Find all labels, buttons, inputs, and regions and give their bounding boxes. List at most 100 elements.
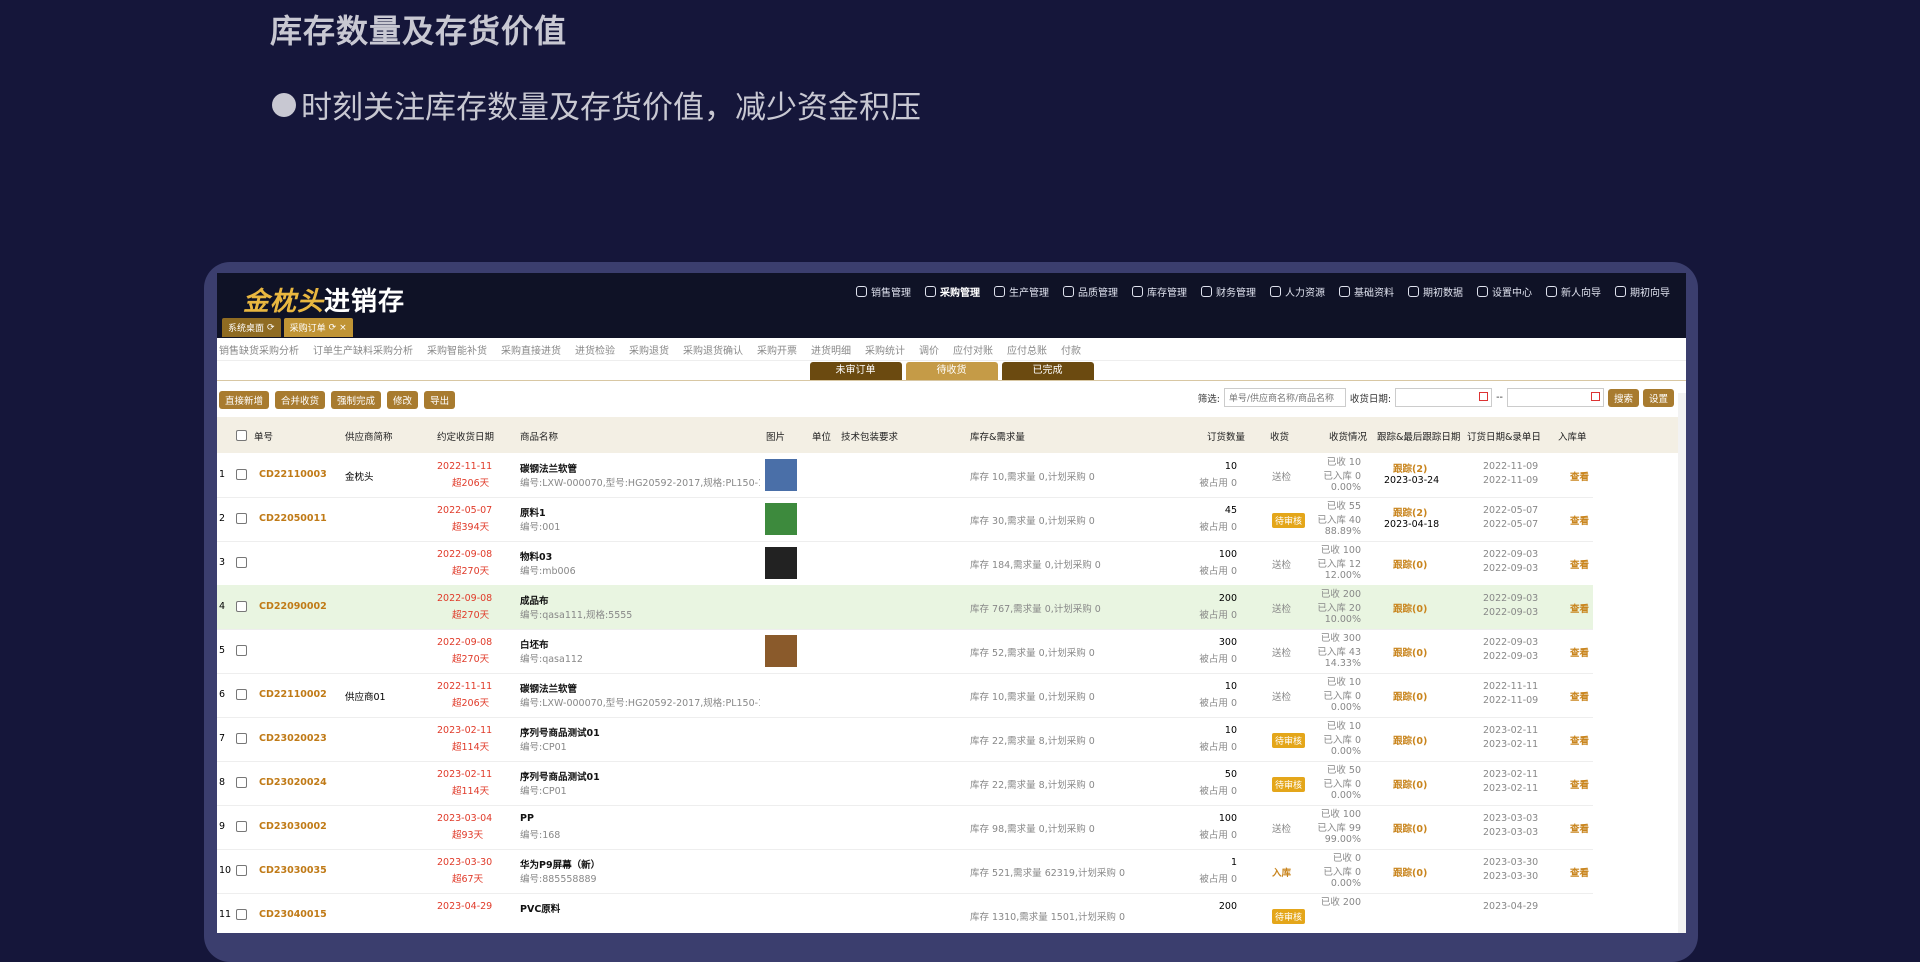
subnav-link[interactable]: 应付对账 xyxy=(953,342,993,357)
subnav-link[interactable]: 进货明细 xyxy=(811,342,851,357)
tracking-link[interactable]: 跟踪(0) xyxy=(1393,865,1427,879)
export-button[interactable]: 导出 xyxy=(424,391,456,409)
receive-action[interactable]: 送检 xyxy=(1272,557,1291,571)
tracking-link[interactable]: 跟踪(0) xyxy=(1393,821,1427,835)
row-checkbox[interactable] xyxy=(236,865,247,876)
subnav-link[interactable]: 付款 xyxy=(1061,342,1081,357)
calendar-icon[interactable] xyxy=(1479,392,1489,401)
calendar-icon[interactable] xyxy=(1590,392,1600,401)
order-number-link[interactable]: CD22090002 xyxy=(259,601,327,612)
subnav-link[interactable]: 订单生产缺料采购分析 xyxy=(313,342,413,357)
row-checkbox[interactable] xyxy=(236,513,247,524)
menu-item-6[interactable]: 人力资源 xyxy=(1270,284,1325,299)
menu-item-11[interactable]: 期初向导 xyxy=(1615,284,1670,299)
close-icon[interactable]: × xyxy=(339,323,347,333)
subnav-link[interactable]: 采购直接进货 xyxy=(501,342,561,357)
order-number-link[interactable]: CD22110003 xyxy=(259,469,327,480)
subnav-link[interactable]: 采购退货 xyxy=(629,342,669,357)
date-to-input[interactable] xyxy=(1506,388,1604,407)
receive-action[interactable]: 待审核 xyxy=(1272,909,1306,924)
order-number-link[interactable]: CD23020023 xyxy=(259,733,327,744)
receive-action[interactable]: 送检 xyxy=(1272,469,1291,483)
subnav-link[interactable]: 采购开票 xyxy=(757,342,797,357)
receive-action[interactable]: 待审核 xyxy=(1272,777,1306,792)
row-checkbox[interactable] xyxy=(236,777,247,788)
subnav-link[interactable]: 采购统计 xyxy=(865,342,905,357)
settings-button[interactable]: 设置 xyxy=(1642,388,1674,407)
view-link[interactable]: 查看 xyxy=(1570,469,1589,483)
view-link[interactable]: 查看 xyxy=(1570,689,1589,703)
tracking-link[interactable]: 跟踪(0) xyxy=(1393,645,1427,659)
view-link[interactable]: 查看 xyxy=(1570,557,1589,571)
subnav-link[interactable]: 应付总账 xyxy=(1007,342,1047,357)
table-row[interactable]: 10 CD23030035 2023-03-30 超67天 华为P9屏幕（新） 编号:88… xyxy=(217,849,1593,894)
order-number-link[interactable]: CD23030002 xyxy=(259,821,327,832)
add-direct-button[interactable]: 直接新增 xyxy=(219,391,270,409)
row-checkbox[interactable] xyxy=(236,469,247,480)
view-link[interactable]: 查看 xyxy=(1570,513,1589,527)
merge-receive-button[interactable]: 合并收货 xyxy=(275,391,326,409)
tracking-link[interactable]: 跟踪(2) xyxy=(1393,461,1427,475)
table-row[interactable]: 11 CD23040015 2023-04-29 PVC原料 库存 1310,需求量 1… xyxy=(217,893,1593,933)
row-checkbox[interactable] xyxy=(236,601,247,612)
product-image[interactable] xyxy=(765,635,797,667)
view-link[interactable]: 查看 xyxy=(1570,733,1589,747)
tracking-link[interactable]: 跟踪(2) xyxy=(1393,505,1427,519)
date-from-input[interactable] xyxy=(1395,388,1493,407)
receive-action[interactable]: 送检 xyxy=(1272,821,1291,835)
table-row[interactable]: 7 CD23020023 2023-02-11 超114天 序列号商品测试01 编号:CP… xyxy=(217,717,1593,762)
menu-item-5[interactable]: 财务管理 xyxy=(1201,284,1256,299)
menu-item-0[interactable]: 销售管理 xyxy=(856,284,911,299)
tracking-link[interactable]: 跟踪(0) xyxy=(1393,689,1427,703)
view-link[interactable]: 查看 xyxy=(1570,777,1589,791)
table-row[interactable]: 9 CD23030002 2023-03-04 超93天 PP 编号:168 库存 98,需… xyxy=(217,805,1593,850)
row-checkbox[interactable] xyxy=(236,733,247,744)
tab-pending-receipt[interactable]: 待收货 xyxy=(905,362,998,380)
row-checkbox[interactable] xyxy=(236,821,247,832)
tracking-link[interactable]: 跟踪(0) xyxy=(1393,777,1427,791)
order-number-link[interactable]: CD23020024 xyxy=(259,777,327,788)
menu-item-9[interactable]: 设置中心 xyxy=(1477,284,1532,299)
receive-action[interactable]: 送检 xyxy=(1272,645,1291,659)
edit-button[interactable]: 修改 xyxy=(387,391,419,409)
subnav-link[interactable]: 采购智能补货 xyxy=(427,342,487,357)
product-image[interactable] xyxy=(765,547,797,579)
row-checkbox[interactable] xyxy=(236,689,247,700)
receive-action[interactable]: 送检 xyxy=(1272,689,1291,703)
tracking-link[interactable]: 跟踪(0) xyxy=(1393,557,1427,571)
receive-action[interactable]: 待审核 xyxy=(1272,513,1306,528)
menu-item-10[interactable]: 新人向导 xyxy=(1546,284,1601,299)
force-complete-button[interactable]: 强制完成 xyxy=(331,391,382,409)
search-button[interactable]: 搜索 xyxy=(1607,388,1639,407)
refresh-icon[interactable]: ⟳ xyxy=(329,323,337,333)
menu-item-4[interactable]: 库存管理 xyxy=(1132,284,1187,299)
filter-input[interactable]: 单号/供应商名称/商品名称 xyxy=(1223,388,1346,407)
table-row[interactable]: 5 2022-09-08 超270天 白坯布 编号:qasa112 库存 52,需求量 0… xyxy=(217,629,1593,674)
menu-item-7[interactable]: 基础资料 xyxy=(1339,284,1394,299)
tab-unreviewed[interactable]: 未审订单 xyxy=(809,362,902,380)
subnav-link[interactable]: 调价 xyxy=(919,342,939,357)
menu-item-3[interactable]: 品质管理 xyxy=(1063,284,1118,299)
menu-item-2[interactable]: 生产管理 xyxy=(994,284,1049,299)
row-checkbox[interactable] xyxy=(236,557,247,568)
view-link[interactable]: 查看 xyxy=(1570,865,1589,879)
subnav-link[interactable]: 采购退货确认 xyxy=(683,342,743,357)
receive-action[interactable]: 待审核 xyxy=(1272,733,1306,748)
order-number-link[interactable]: CD22050011 xyxy=(259,513,327,524)
product-image[interactable] xyxy=(765,459,797,491)
view-link[interactable]: 查看 xyxy=(1570,601,1589,615)
menu-item-1[interactable]: 采购管理 xyxy=(925,284,980,299)
receive-action[interactable]: 入库 xyxy=(1272,865,1291,879)
tracking-link[interactable]: 跟踪(0) xyxy=(1393,733,1427,747)
table-row[interactable]: 4 CD22090002 2022-09-08 超270天 成品布 编号:qasa111,… xyxy=(217,585,1593,630)
menu-item-8[interactable]: 期初数据 xyxy=(1408,284,1463,299)
tab-desktop[interactable]: 系统桌面 ⟳ xyxy=(222,318,281,337)
refresh-icon[interactable]: ⟳ xyxy=(267,323,275,333)
product-image[interactable] xyxy=(765,503,797,535)
table-row[interactable]: 1 CD22110003 金枕头 2022-11-11 超206天 碳钢法兰软管 编号:LX… xyxy=(217,453,1593,498)
table-row[interactable]: 8 CD23020024 2023-02-11 超114天 序列号商品测试01 编号:CP… xyxy=(217,761,1593,806)
scrollbar[interactable] xyxy=(1678,393,1686,933)
select-all-checkbox[interactable] xyxy=(236,430,247,441)
subnav-link[interactable]: 进货检验 xyxy=(575,342,615,357)
tab-purchase-order[interactable]: 采购订单 ⟳ × xyxy=(283,318,353,337)
